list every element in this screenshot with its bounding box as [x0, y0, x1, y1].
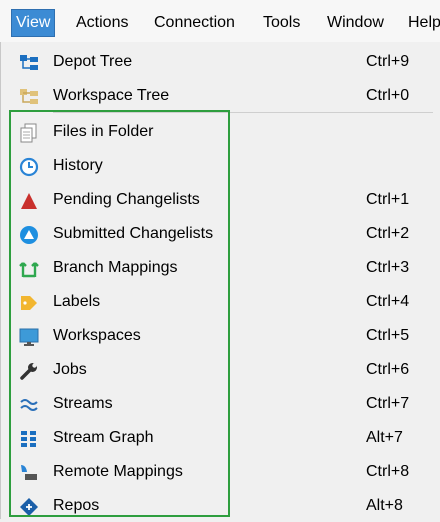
menu-separator [53, 112, 433, 113]
menu-item-shortcut: Ctrl+2 [366, 225, 410, 242]
menu-item-shortcut: Ctrl+5 [366, 327, 410, 344]
menu-item-streams[interactable]: Streams Ctrl+7 [1, 388, 440, 420]
menu-item-shortcut: Ctrl+6 [366, 361, 410, 378]
branch-icon [19, 259, 39, 279]
workspace-tree-icon [19, 87, 39, 107]
monitor-icon [19, 327, 39, 347]
menu-item-label: Files in Folder [53, 123, 154, 140]
menu-item-label: Branch Mappings [53, 259, 178, 276]
menu-item-shortcut: Ctrl+1 [366, 191, 410, 208]
menu-connection[interactable]: Connection [150, 10, 239, 36]
tag-icon [19, 293, 39, 313]
files-icon [19, 123, 39, 143]
menu-item-shortcut: Ctrl+4 [366, 293, 410, 310]
menu-item-label: History [53, 157, 103, 174]
menu-item-label: Workspace Tree [53, 87, 170, 104]
menu-item-workspaces[interactable]: Workspaces Ctrl+5 [1, 320, 440, 352]
streams-icon [19, 395, 39, 415]
menu-item-shortcut: Ctrl+8 [366, 463, 410, 480]
remote-mappings-icon [19, 463, 39, 483]
menu-view[interactable]: View [10, 9, 56, 37]
menu-item-label: Labels [53, 293, 101, 310]
menu-item-label: Remote Mappings [53, 463, 183, 480]
menu-item-workspace-tree[interactable]: Workspace Tree Ctrl+0 [1, 80, 440, 112]
menu-item-history[interactable]: History [1, 150, 440, 182]
menu-item-label: Submitted Changelists [53, 225, 214, 242]
stream-graph-icon [19, 429, 39, 449]
menu-item-label: Workspaces [53, 327, 141, 344]
menu-item-repos[interactable]: Repos Alt+8 [1, 490, 440, 522]
menu-item-label: Depot Tree [53, 53, 133, 70]
menu-item-shortcut: Alt+8 [366, 497, 403, 514]
submitted-icon [19, 225, 39, 245]
clock-icon [19, 157, 39, 177]
menu-item-submitted-changelists[interactable]: Submitted Changelists Ctrl+2 [1, 218, 440, 250]
menu-item-label: Streams [53, 395, 113, 412]
menu-item-label: Jobs [53, 361, 87, 378]
menu-bar: View Actions Connection Tools Window Hel… [0, 0, 440, 43]
repos-icon [19, 497, 39, 517]
menu-item-label: Repos [53, 497, 100, 514]
menu-item-shortcut: Ctrl+0 [366, 87, 410, 104]
view-menu-dropdown: Depot Tree Ctrl+9 Workspace Tree Ctrl+0 … [0, 42, 440, 519]
menu-item-depot-tree[interactable]: Depot Tree Ctrl+9 [1, 46, 440, 78]
menu-item-label: Pending Changelists [53, 191, 200, 208]
triangle-icon [19, 191, 39, 211]
menu-item-remote-mappings[interactable]: Remote Mappings Ctrl+8 [1, 456, 440, 488]
depot-tree-icon [19, 53, 39, 73]
menu-window[interactable]: Window [323, 10, 388, 36]
menu-actions[interactable]: Actions [72, 10, 132, 36]
menu-item-label: Stream Graph [53, 429, 154, 446]
menu-item-stream-graph[interactable]: Stream Graph Alt+7 [1, 422, 440, 454]
menu-item-branch-mappings[interactable]: Branch Mappings Ctrl+3 [1, 252, 440, 284]
menu-item-shortcut: Ctrl+3 [366, 259, 410, 276]
menu-tools[interactable]: Tools [259, 10, 304, 36]
menu-item-shortcut: Ctrl+9 [366, 53, 410, 70]
menu-item-labels[interactable]: Labels Ctrl+4 [1, 286, 440, 318]
menu-item-shortcut: Alt+7 [366, 429, 403, 446]
menu-item-jobs[interactable]: Jobs Ctrl+6 [1, 354, 440, 386]
menu-help[interactable]: Help [404, 10, 440, 36]
menu-item-pending-changelists[interactable]: Pending Changelists Ctrl+1 [1, 184, 440, 216]
menu-item-files-in-folder[interactable]: Files in Folder [1, 116, 440, 148]
menu-item-shortcut: Ctrl+7 [366, 395, 410, 412]
wrench-icon [19, 361, 39, 381]
